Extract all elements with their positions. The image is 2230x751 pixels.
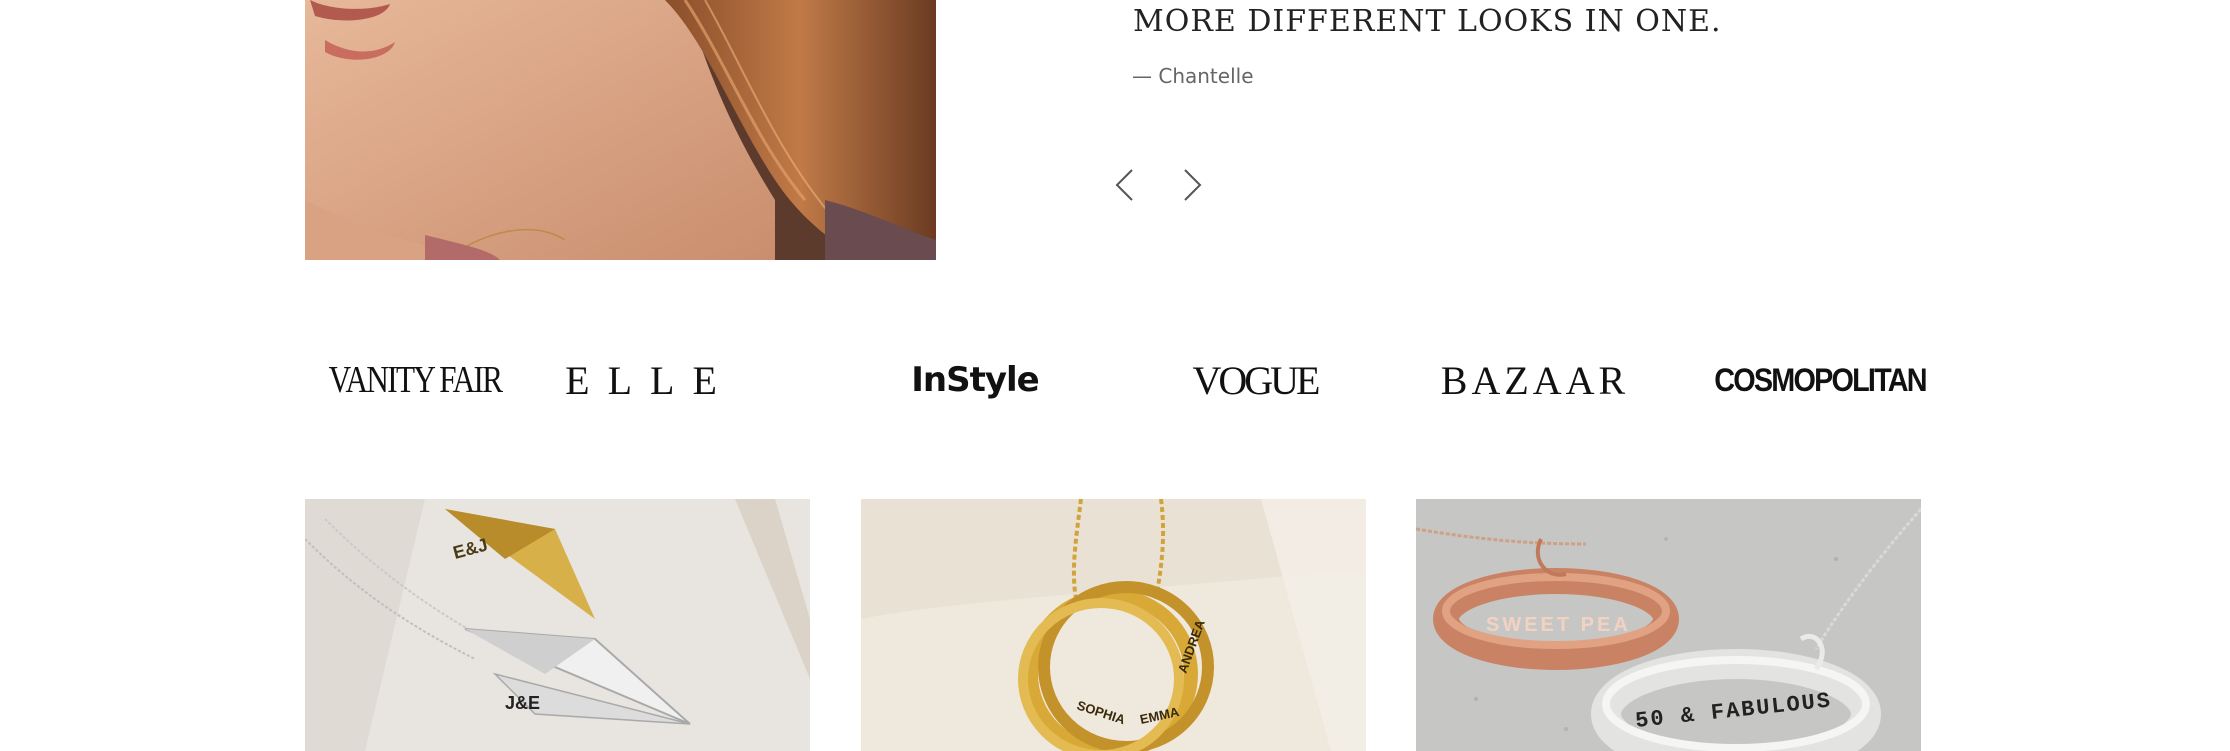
elle-logo: ELLE: [565, 357, 735, 403]
press-logos: VANITY FAIR ELLE InStyle VOGUE BAZAAR CO…: [305, 355, 1928, 405]
hero-portrait-image: [305, 0, 936, 260]
carousel-prev-button[interactable]: [1106, 165, 1142, 205]
chevron-left-icon: [1115, 169, 1133, 201]
product-card-russian-ring-necklace[interactable]: SOPHIA EMMA ANDREA: [861, 499, 1366, 751]
chevron-right-icon: [1184, 169, 1202, 201]
vogue-logo: VOGUE: [1192, 357, 1321, 403]
testimonial-author: — Chantelle: [1132, 64, 1254, 88]
paper-plane-necklace-image: E&J J&E: [305, 499, 810, 751]
bazaar-logo: BAZAAR: [1440, 357, 1630, 403]
engraving-top: SWEET PEA: [1486, 614, 1631, 636]
engraved-ring-necklace-image: SWEET PEA 50 & FABULOUS: [1416, 499, 1921, 751]
product-card-paper-plane-necklace[interactable]: E&J J&E: [305, 499, 810, 751]
product-card-engraved-ring-necklace[interactable]: SWEET PEA 50 & FABULOUS: [1416, 499, 1921, 751]
engraving-bottom: J&E: [505, 693, 540, 713]
testimonial-quote: MORE DIFFERENT LOOKS IN ONE.: [1133, 4, 1722, 39]
instyle-logo: InStyle: [911, 360, 1039, 400]
carousel-next-button[interactable]: [1175, 165, 1211, 205]
vanity-fair-logo: VANITY FAIR: [328, 359, 503, 401]
cosmopolitan-logo: COSMOPOLITAN: [1714, 361, 1927, 398]
russian-ring-necklace-image: SOPHIA EMMA ANDREA: [861, 499, 1366, 751]
